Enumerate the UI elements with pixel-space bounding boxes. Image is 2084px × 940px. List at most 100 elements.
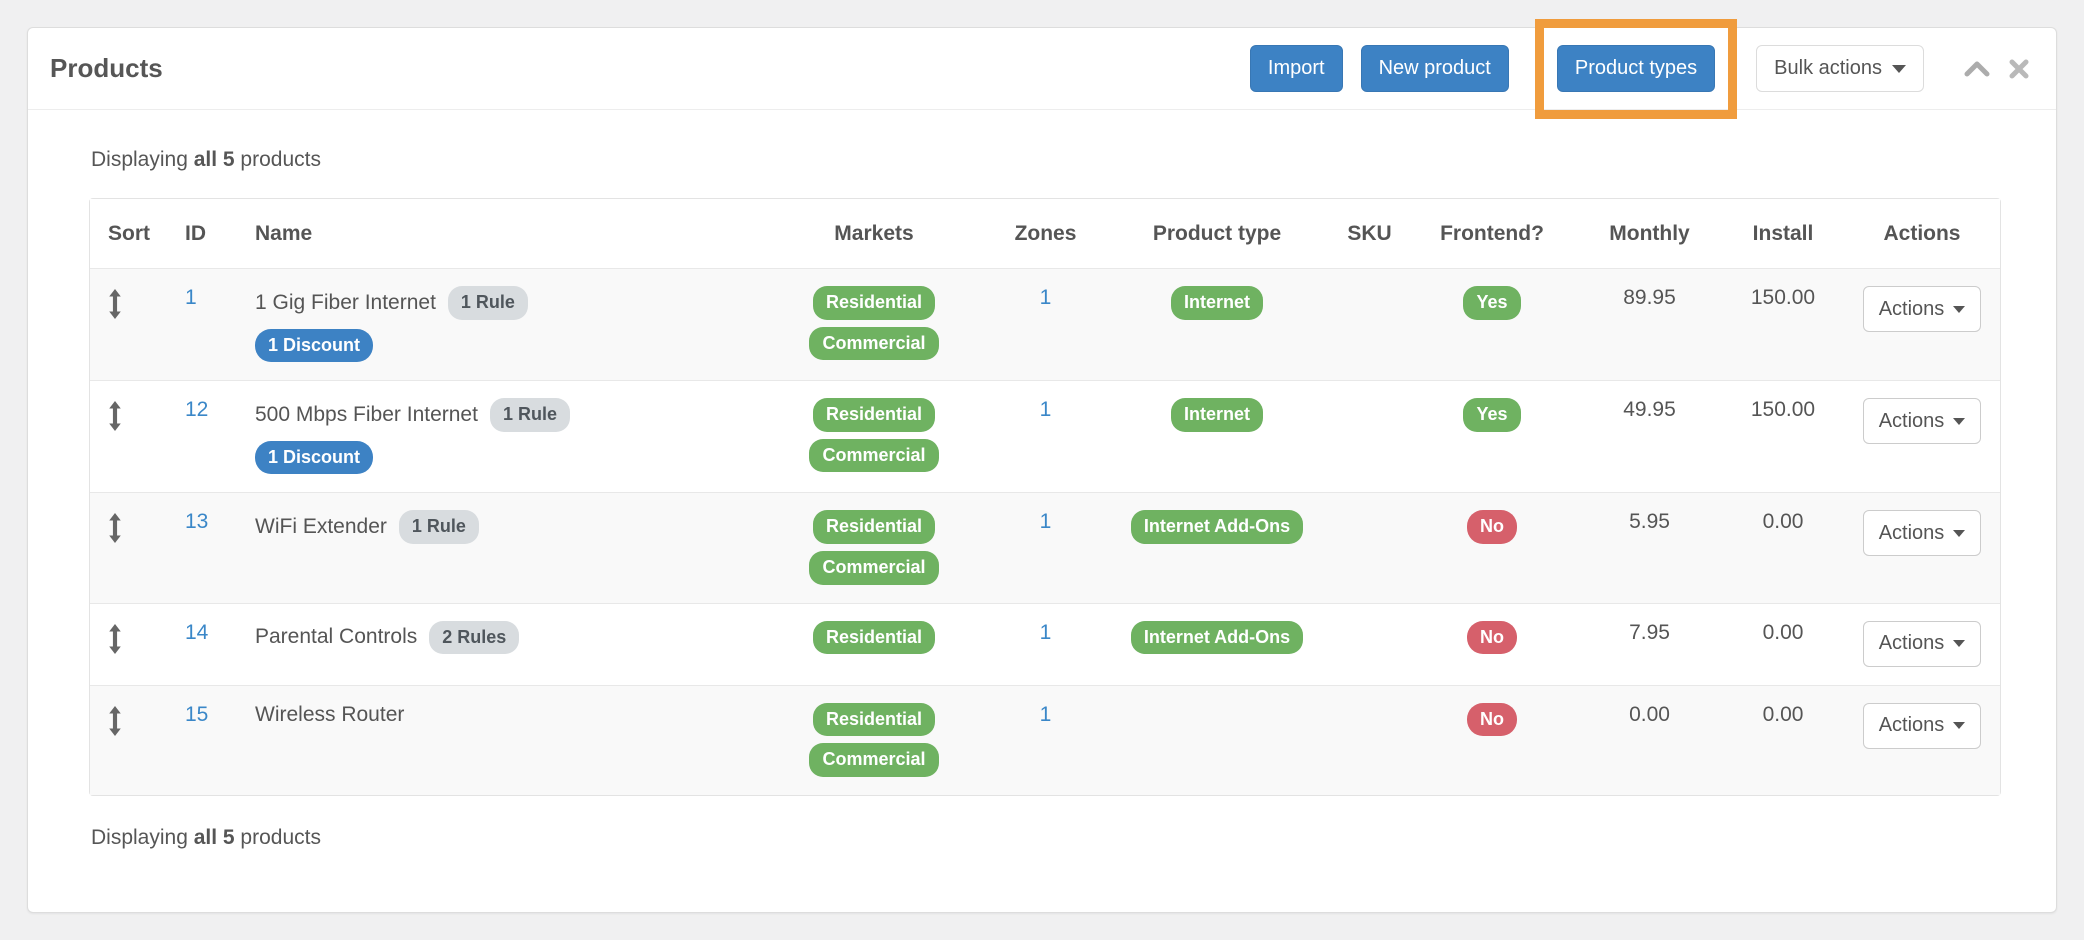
zones-link[interactable]: 1 — [1040, 621, 1052, 644]
frontend-cell: Yes — [1407, 380, 1577, 492]
zones-cell: 1 — [989, 380, 1102, 492]
results-summary-bottom: Displaying all 5 products — [91, 826, 1997, 896]
column-header-name: Name — [247, 199, 759, 268]
bulk-actions-label: Bulk actions — [1774, 57, 1882, 80]
chevron-down-icon — [1953, 418, 1965, 425]
sort-drag-handle[interactable] — [108, 510, 122, 543]
product-name: WiFi Extender — [255, 515, 387, 539]
sort-cell — [90, 492, 177, 602]
monthly-cell: 7.95 — [1577, 603, 1722, 685]
monthly-cell: 89.95 — [1577, 268, 1722, 380]
actions-cell: Actions — [1844, 492, 2000, 602]
zones-link[interactable]: 1 — [1040, 703, 1052, 726]
page-background: Products Import New product Product type… — [0, 0, 2084, 940]
markets-cell: ResidentialCommercial — [759, 492, 989, 602]
sort-drag-handle[interactable] — [108, 398, 122, 431]
column-header-markets: Markets — [759, 199, 989, 268]
column-header-sort: Sort — [90, 199, 177, 268]
column-header-product-type: Product type — [1102, 199, 1332, 268]
market-badge: Commercial — [809, 743, 938, 777]
row-actions-button[interactable]: Actions — [1863, 398, 1982, 444]
product-name-line: 500 Mbps Fiber Internet1 Rule — [255, 398, 751, 432]
product-id-link[interactable]: 14 — [185, 621, 208, 644]
results-summary-top: Displaying all 5 products — [91, 148, 1997, 172]
rule-count-badge: 1 Rule — [399, 510, 479, 544]
market-badge: Residential — [813, 286, 935, 320]
id-cell: 12 — [177, 380, 247, 492]
table-header: SortIDNameMarketsZonesProduct typeSKUFro… — [90, 199, 2000, 268]
sort-drag-handle[interactable] — [108, 621, 122, 654]
frontend-cell: No — [1407, 492, 1577, 602]
sort-drag-handle[interactable] — [108, 286, 122, 319]
product-name-line: WiFi Extender 1 Rule — [255, 510, 751, 544]
discount-badge-line: 1 Discount — [255, 329, 751, 363]
product-id-link[interactable]: 12 — [185, 398, 208, 421]
product-type-cell: Internet Add-Ons — [1102, 603, 1332, 685]
product-id-link[interactable]: 13 — [185, 510, 208, 533]
market-badge: Residential — [813, 398, 935, 432]
product-types-highlight-wrap: Product types — [1557, 45, 1715, 92]
new-product-button[interactable]: New product — [1361, 45, 1509, 92]
markets-cell: Residential — [759, 603, 989, 685]
import-button[interactable]: Import — [1250, 45, 1343, 92]
product-type-badge: Internet Add-Ons — [1131, 510, 1303, 544]
name-cell: Parental Controls 2 Rules — [247, 603, 759, 685]
product-type-cell — [1102, 685, 1332, 795]
product-id-link[interactable]: 15 — [185, 703, 208, 726]
column-header-monthly: Monthly — [1577, 199, 1722, 268]
market-badges: ResidentialCommercial — [767, 286, 981, 360]
markets-cell: Residential Commercial — [759, 685, 989, 795]
name-cell: 1 Gig Fiber Internet1 Rule1 Discount — [247, 268, 759, 380]
row-actions-button[interactable]: Actions — [1863, 510, 1982, 556]
product-id-link[interactable]: 1 — [185, 286, 197, 309]
collapse-panel-icon[interactable] — [1964, 60, 1990, 78]
row-actions-button[interactable]: Actions — [1863, 703, 1982, 749]
name-cell: WiFi Extender 1 Rule — [247, 492, 759, 602]
zones-link[interactable]: 1 — [1040, 286, 1052, 309]
rule-count-badge: 2 Rules — [429, 621, 519, 655]
product-type-badge: Internet — [1171, 398, 1263, 432]
market-badges: Residential Commercial — [767, 398, 981, 472]
product-name-line: Wireless Router — [255, 703, 751, 727]
monthly-cell: 0.00 — [1577, 685, 1722, 795]
table-row: 13 WiFi Extender 1 Rule ResidentialCommerci… — [90, 492, 2000, 602]
products-table: SortIDNameMarketsZonesProduct typeSKUFro… — [89, 198, 2001, 796]
frontend-status-badge: Yes — [1463, 286, 1520, 320]
frontend-status-badge: Yes — [1463, 398, 1520, 432]
panel-header: Products Import New product Product type… — [28, 28, 2056, 110]
zones-link[interactable]: 1 — [1040, 398, 1052, 421]
market-badge: Commercial — [809, 439, 938, 473]
row-actions-button[interactable]: Actions — [1863, 621, 1982, 667]
monthly-cell: 49.95 — [1577, 380, 1722, 492]
zones-cell: 1 — [989, 492, 1102, 602]
column-header-id: ID — [177, 199, 247, 268]
table-row: 12500 Mbps Fiber Internet1 Rule1 Discoun… — [90, 380, 2000, 492]
bulk-actions-button[interactable]: Bulk actions — [1756, 45, 1924, 92]
install-cell: 150.00 — [1722, 268, 1844, 380]
close-panel-icon[interactable] — [2008, 58, 2030, 80]
product-type-badge: Internet — [1171, 286, 1263, 320]
column-header-zones: Zones — [989, 199, 1102, 268]
row-actions-label: Actions — [1879, 632, 1945, 655]
sku-cell — [1332, 603, 1407, 685]
sort-cell — [90, 603, 177, 685]
frontend-cell: Yes — [1407, 268, 1577, 380]
sort-drag-handle[interactable] — [108, 703, 122, 736]
monthly-cell: 5.95 — [1577, 492, 1722, 602]
zones-cell: 1 — [989, 685, 1102, 795]
market-badge: Residential — [813, 703, 935, 737]
chevron-down-icon — [1953, 722, 1965, 729]
product-types-button[interactable]: Product types — [1557, 45, 1715, 92]
market-badges: Residential — [767, 621, 981, 655]
column-header-sku: SKU — [1332, 199, 1407, 268]
frontend-cell: No — [1407, 685, 1577, 795]
zones-link[interactable]: 1 — [1040, 510, 1052, 533]
panel-body: Displaying all 5 products SortIDNameMark… — [28, 110, 2056, 896]
markets-cell: ResidentialCommercial — [759, 268, 989, 380]
row-actions-button[interactable]: Actions — [1863, 286, 1982, 332]
page-title: Products — [50, 53, 163, 84]
product-name: 1 Gig Fiber Internet — [255, 291, 436, 315]
product-name: Parental Controls — [255, 625, 417, 649]
market-badge: Commercial — [809, 551, 938, 585]
frontend-status-badge: No — [1467, 510, 1517, 544]
